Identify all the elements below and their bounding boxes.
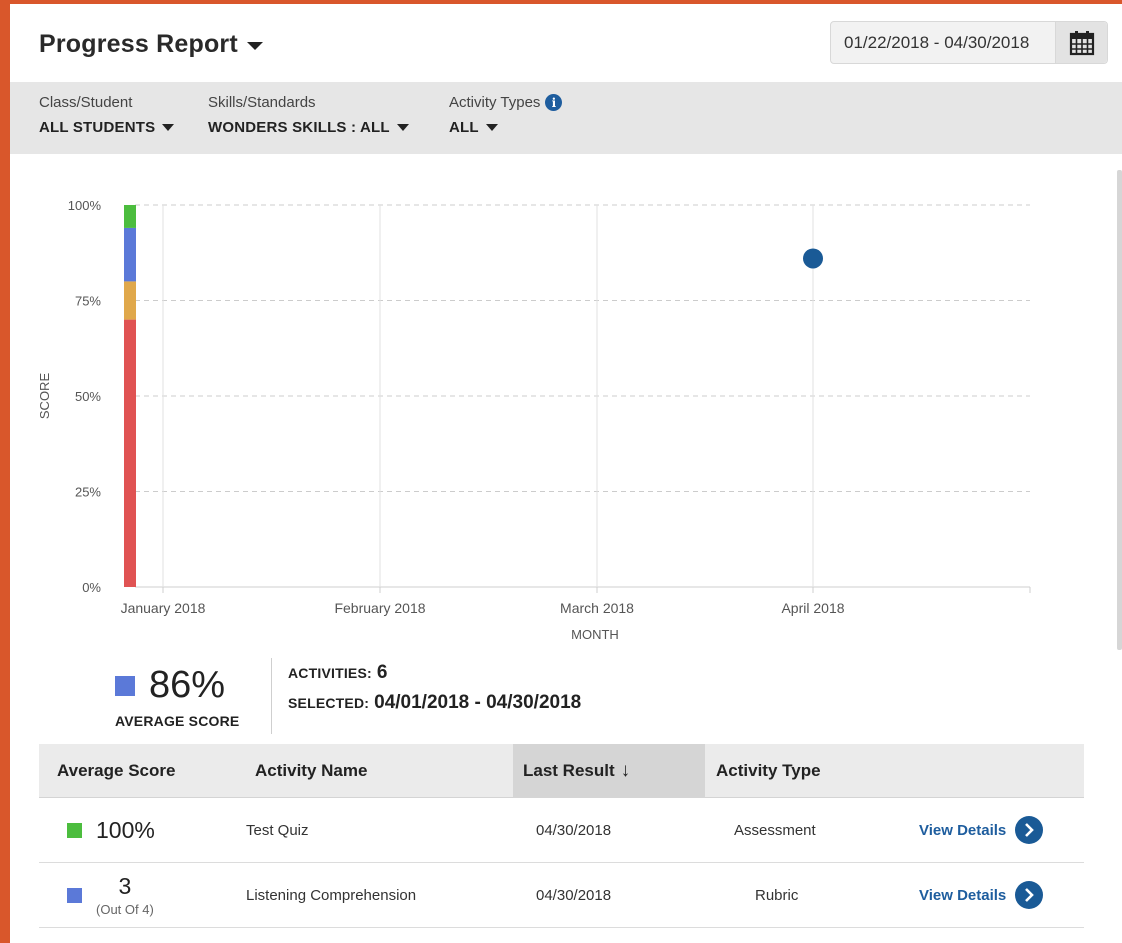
- chevron-down-icon: [162, 124, 175, 131]
- activities-label: ACTIVITIES:: [288, 665, 372, 681]
- activity-table: Average Score Activity Name Last Result …: [39, 744, 1084, 928]
- view-details-label: View Details: [919, 821, 1007, 839]
- score-band: [124, 281, 136, 320]
- score-cell: 100%: [67, 798, 155, 862]
- filter-value: WONDERS SKILLS : ALL: [208, 119, 390, 136]
- filter-activity-types: Activity Types i ALL: [449, 94, 563, 136]
- x-axis-label: MONTH: [571, 627, 619, 642]
- score-band: [124, 205, 136, 228]
- y-axis-label: SCORE: [37, 373, 52, 420]
- score-swatch: [67, 887, 82, 903]
- average-score-value: 86%: [149, 664, 226, 706]
- chevron-down-icon: [396, 124, 409, 131]
- date-range-text: 01/22/2018 - 04/30/2018: [844, 32, 1030, 52]
- skills-standards-dropdown[interactable]: WONDERS SKILLS : ALL: [208, 119, 409, 136]
- filter-value: ALL: [449, 119, 479, 136]
- x-tick-label: April 2018: [781, 600, 844, 616]
- page-title: Progress Report: [39, 30, 238, 58]
- filter-class-student: Class/Student ALL STUDENTS: [39, 94, 175, 136]
- summary-panel: 86% AVERAGE SCORE ACTIVITIES: 6 SELECTED…: [10, 654, 1110, 744]
- filter-label: Skills/Standards: [208, 94, 316, 111]
- x-tick-label: March 2018: [560, 600, 634, 616]
- last-result: 04/30/2018: [536, 886, 612, 904]
- y-tick-label: 50%: [75, 389, 101, 404]
- header-activity-name[interactable]: Activity Name: [255, 744, 367, 798]
- chart-svg: 0% 25% 50% 75% 100% January 2018 February 2018…: [37, 198, 1031, 642]
- score-band: [124, 227, 136, 282]
- score-value: 100%: [96, 816, 155, 843]
- table-row: 100% Test Quiz 04/30/2018 Assessment Vie…: [39, 798, 1084, 863]
- chevron-down-icon: [485, 124, 498, 131]
- table-row: 3 (Out Of 4) Listening Comprehension 04/…: [39, 863, 1084, 928]
- y-tick-label: 25%: [75, 485, 101, 500]
- class-student-dropdown[interactable]: ALL STUDENTS: [39, 119, 175, 136]
- page-header: Progress Report 01/22/2018 - 04/30/2018: [10, 4, 1122, 82]
- score-band: [124, 319, 136, 587]
- selected-label: SELECTED:: [288, 695, 370, 711]
- score-value: 3: [118, 873, 132, 899]
- chevron-down-icon: [246, 42, 263, 50]
- average-score-swatch: [115, 675, 135, 696]
- last-result: 04/30/2018: [536, 821, 612, 839]
- view-details-label: View Details: [919, 886, 1007, 904]
- activity-type: Assessment: [734, 821, 816, 839]
- chevron-right-icon[interactable]: [1015, 816, 1044, 844]
- data-point: [803, 248, 823, 269]
- activity-name: Test Quiz: [246, 821, 309, 839]
- filter-skills-standards: Skills/Standards WONDERS SKILLS : ALL: [208, 94, 409, 136]
- calendar-button[interactable]: [1055, 22, 1107, 63]
- average-score-label: AVERAGE SCORE: [115, 713, 240, 729]
- activity-name: Listening Comprehension: [246, 886, 417, 904]
- score-out-of: (Out Of 4): [96, 902, 154, 917]
- score-swatch: [67, 822, 82, 838]
- y-tick-label: 75%: [75, 294, 101, 309]
- activities-count: 6: [376, 662, 388, 683]
- filter-label: Activity Types i: [449, 94, 563, 111]
- x-tick-label: January 2018: [121, 600, 206, 616]
- divider: [271, 658, 272, 734]
- activity-types-dropdown[interactable]: ALL: [449, 119, 562, 136]
- y-tick-label: 100%: [68, 198, 102, 213]
- filter-label-text: Activity Types: [449, 94, 541, 111]
- score-cell: 3 (Out Of 4): [67, 863, 154, 927]
- header-average-score[interactable]: Average Score: [57, 744, 175, 798]
- filter-bar: Class/Student ALL STUDENTS Skills/Standa…: [10, 82, 1122, 154]
- scrollbar[interactable]: [1117, 170, 1122, 650]
- header-last-result[interactable]: Last Result ↓: [513, 744, 705, 798]
- sort-descending-icon: ↓: [620, 760, 631, 781]
- header-last-result-label: Last Result: [523, 761, 615, 780]
- x-tick-label: February 2018: [334, 600, 425, 616]
- chevron-right-icon[interactable]: [1015, 881, 1044, 909]
- summary-meta: ACTIVITIES: 6 SELECTED: 04/01/2018 - 04/…: [288, 662, 581, 714]
- date-range-picker[interactable]: 01/22/2018 - 04/30/2018: [830, 21, 1108, 64]
- calendar-icon: [1069, 30, 1094, 55]
- report-selector[interactable]: Progress Report: [39, 30, 263, 59]
- view-details-link[interactable]: View Details: [919, 798, 1044, 862]
- info-icon[interactable]: i: [545, 94, 563, 111]
- view-details-link[interactable]: View Details: [919, 863, 1044, 927]
- filter-label: Class/Student: [39, 94, 133, 111]
- average-score-block: 86% AVERAGE SCORE: [115, 664, 255, 729]
- y-tick-label: 0%: [82, 580, 101, 595]
- activity-type: Rubric: [755, 886, 799, 904]
- selected-range: 04/01/2018 - 04/30/2018: [374, 692, 582, 713]
- header-activity-type[interactable]: Activity Type: [716, 744, 821, 798]
- filter-value: ALL STUDENTS: [39, 119, 156, 136]
- table-header: Average Score Activity Name Last Result …: [39, 744, 1084, 798]
- progress-chart: 0% 25% 50% 75% 100% January 2018 February 2018…: [10, 154, 1118, 654]
